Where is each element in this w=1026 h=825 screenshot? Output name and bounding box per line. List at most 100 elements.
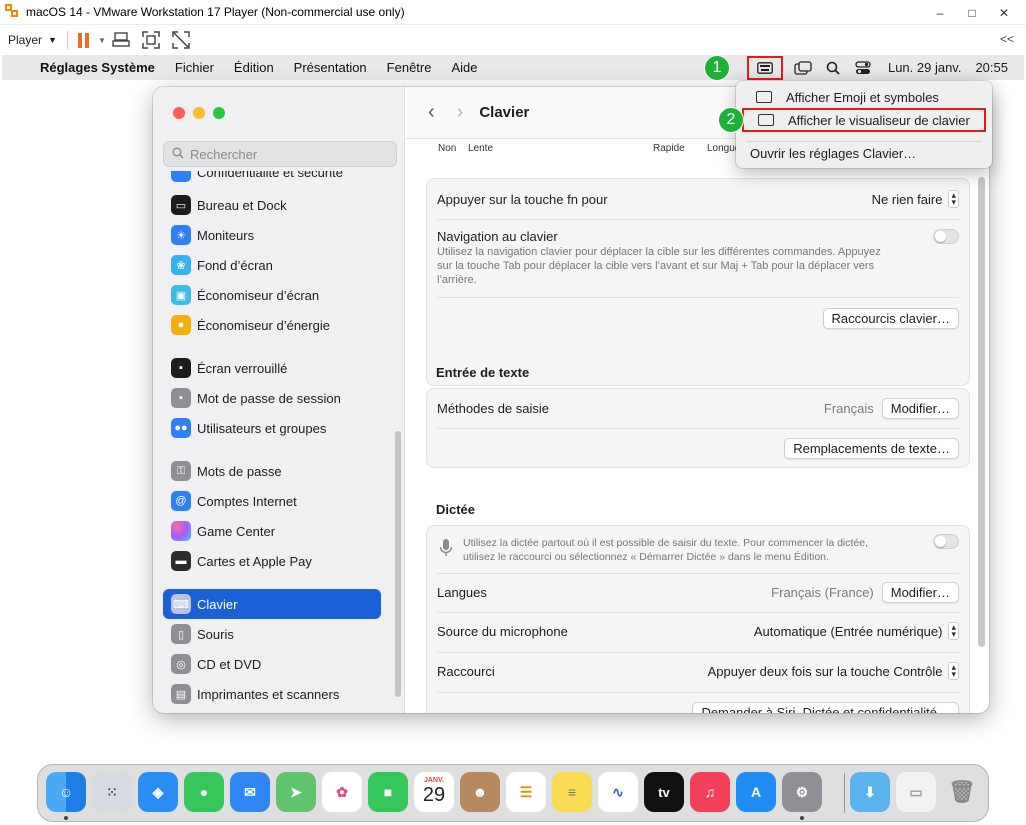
disc-icon: ◎ [171, 654, 191, 674]
spotlight-search-icon[interactable] [818, 55, 848, 80]
divider [437, 428, 959, 429]
send-ctrl-alt-del-icon[interactable] [110, 29, 132, 51]
messages-icon[interactable]: ● [184, 772, 224, 812]
sidebar-item-fond-ecran[interactable]: ❀ Fond d’écran [163, 250, 381, 280]
sidebar-item-economiseur-ecran[interactable]: ▣ Économiseur d’écran [163, 280, 381, 310]
sidebar-item-confidentialite[interactable]: Confidentialité et sécurité [163, 171, 381, 187]
minimize-button[interactable]: – [924, 0, 956, 25]
app-name-menu[interactable]: Réglages Système [40, 60, 155, 75]
menu-fenetre[interactable]: Fenêtre [387, 60, 432, 75]
flower-icon: ❀ [171, 255, 191, 275]
menu-edition[interactable]: Édition [234, 60, 274, 75]
languages-value: Français (France) [771, 584, 874, 600]
maximize-button[interactable]: □ [956, 0, 988, 25]
description-line: Utilisez la dictée partout où il est pos… [463, 537, 869, 549]
menu-item-label: Afficher Emoji et symboles [786, 89, 939, 105]
fullscreen-icon[interactable] [140, 29, 162, 51]
trash-icon[interactable]: 🗑 [942, 772, 982, 812]
sidebar-search-field[interactable]: Rechercher [163, 141, 397, 167]
system-settings-icon[interactable]: ⚙ [782, 772, 822, 812]
window-zoom-button[interactable] [213, 107, 225, 119]
fn-key-popup[interactable]: Ne rien faire ▴ ▾ [872, 190, 959, 208]
divider [437, 612, 959, 613]
unity-mode-icon[interactable] [170, 29, 192, 51]
slider-label: Non [438, 143, 457, 154]
languages-modify-button[interactable]: Modifier… [881, 581, 959, 603]
sidebar-item-mots-de-passe[interactable]: ⚿ Mots de passe [163, 456, 381, 486]
description-line: Utilisez la navigation clavier pour dépl… [437, 246, 881, 258]
window-close-button[interactable] [173, 107, 185, 119]
keyboard-nav-toggle[interactable] [933, 228, 959, 244]
sidebar-item-imprimantes[interactable]: ▤ Imprimantes et scanners [163, 679, 381, 709]
input-methods-modify-button[interactable]: Modifier… [881, 397, 959, 419]
toolbar-divider [66, 31, 68, 49]
input-methods-value: Français [823, 400, 874, 416]
sidebar-item-cd-dvd[interactable]: ◎ CD et DVD [163, 649, 381, 679]
calendar-icon[interactable]: JANV. 29 [414, 772, 454, 812]
sidebar-item-mot-de-passe-session[interactable]: ▪ Mot de passe de session [163, 383, 381, 413]
dictation-toggle[interactable] [933, 534, 959, 549]
menubar-clock[interactable]: Lun. 29 janv. 20:55 [888, 60, 1008, 75]
menu-item-keyboard-viewer[interactable]: Afficher le visualiseur de clavier [742, 108, 986, 132]
freeform-icon[interactable]: ∿ [598, 772, 638, 812]
vmware-titlebar: macOS 14 - VMware Workstation 17 Player … [0, 0, 1026, 25]
reminders-icon[interactable]: ☰ [506, 772, 546, 812]
sidebar-scrollbar[interactable] [395, 431, 401, 697]
settings-sidebar: Rechercher Confidentialité et sécurité ▭… [153, 87, 405, 713]
notes-icon[interactable]: ≡ [552, 772, 592, 812]
control-center-icon[interactable] [848, 55, 878, 80]
documents-stack-icon[interactable]: ▭ [896, 772, 936, 812]
text-input-card: Méthodes de saisie Français Modifier… Re… [426, 388, 970, 468]
input-menu-icon[interactable] [746, 55, 783, 80]
step-marker-2: 2 [718, 107, 744, 133]
music-icon[interactable]: ♫ [690, 772, 730, 812]
close-button[interactable]: ✕ [988, 0, 1020, 25]
dictation-shortcut-popup[interactable]: Appuyer deux fois sur la touche Contrôle… [708, 662, 959, 680]
sidebar-item-cartes-apple-pay[interactable]: ▬ Cartes et Apple Pay [163, 546, 381, 576]
sidebar-item-clavier[interactable]: ⌨ Clavier [163, 589, 381, 619]
menu-fichier[interactable]: Fichier [175, 60, 214, 75]
keyboard-shortcuts-button[interactable]: Raccourcis clavier… [822, 308, 959, 329]
facetime-icon[interactable]: ■ [368, 772, 408, 812]
mail-icon[interactable]: ✉ [230, 772, 270, 812]
up-down-chevron-icon: ▴ ▾ [948, 190, 959, 208]
content-scrollbar[interactable] [978, 177, 985, 647]
keyboard-options-card: Appuyer sur la touche fn pour Ne rien fa… [426, 178, 970, 386]
stage-manager-icon[interactable] [788, 55, 818, 80]
text-replacements-button[interactable]: Remplacements de texte… [784, 438, 959, 459]
apple-tv-icon[interactable]: tv [644, 772, 684, 812]
microphone-source-popup[interactable]: Automatique (Entrée numérique) ▴ ▾ [754, 622, 959, 640]
sidebar-item-comptes-internet[interactable]: @ Comptes Internet [163, 486, 381, 516]
menu-item-open-keyboard-settings[interactable]: Ouvrir les réglages Clavier… [742, 143, 986, 163]
downloads-folder-icon[interactable]: ⬇ [850, 772, 890, 812]
menu-presentation[interactable]: Présentation [294, 60, 367, 75]
maps-icon[interactable]: ➤ [276, 772, 316, 812]
safari-icon[interactable]: ◈ [138, 772, 178, 812]
menu-item-emoji[interactable]: Afficher Emoji et symboles [742, 87, 986, 107]
window-minimize-button[interactable] [193, 107, 205, 119]
sidebar-item-moniteurs[interactable]: ☀ Moniteurs [163, 220, 381, 250]
player-menu-button[interactable]: Player ▼ [8, 33, 57, 47]
back-chevron-icon[interactable]: ‹ [428, 101, 435, 124]
launchpad-icon[interactable]: ⁙ [92, 772, 132, 812]
keyboard-icon: ⌨ [171, 594, 191, 614]
sidebar-item-souris[interactable]: ▯ Souris [163, 619, 381, 649]
forward-chevron-icon[interactable]: › [457, 101, 464, 124]
menu-aide[interactable]: Aide [451, 60, 477, 75]
text-input-section-title: Entrée de texte [436, 365, 530, 380]
caret-down-icon: ▼ [48, 35, 57, 45]
app-store-icon[interactable]: A [736, 772, 776, 812]
contacts-icon[interactable]: ☻ [460, 772, 500, 812]
sidebar-item-game-center[interactable]: Game Center [163, 516, 381, 546]
pause-button[interactable]: ▼ [77, 32, 106, 48]
sidebar-item-bureau-dock[interactable]: ▭ Bureau et Dock [163, 190, 381, 220]
lightbulb-icon: ● [171, 315, 191, 335]
siri-dictation-privacy-button[interactable]: Demander à Siri, Dictée et confidentiali… [692, 702, 959, 713]
collapse-toolbar-button[interactable]: << [1000, 32, 1014, 46]
finder-icon[interactable]: ☺ [46, 772, 86, 812]
photos-icon[interactable]: ✿ [322, 772, 362, 812]
sidebar-item-ecran-verrouille[interactable]: ▪ Écran verrouillé [163, 353, 381, 383]
sidebar-item-utilisateurs[interactable]: ●● Utilisateurs et groupes [163, 413, 381, 443]
sidebar-item-economiseur-energie[interactable]: ● Économiseur d’énergie [163, 310, 381, 340]
slider-label: Lente [468, 143, 494, 154]
